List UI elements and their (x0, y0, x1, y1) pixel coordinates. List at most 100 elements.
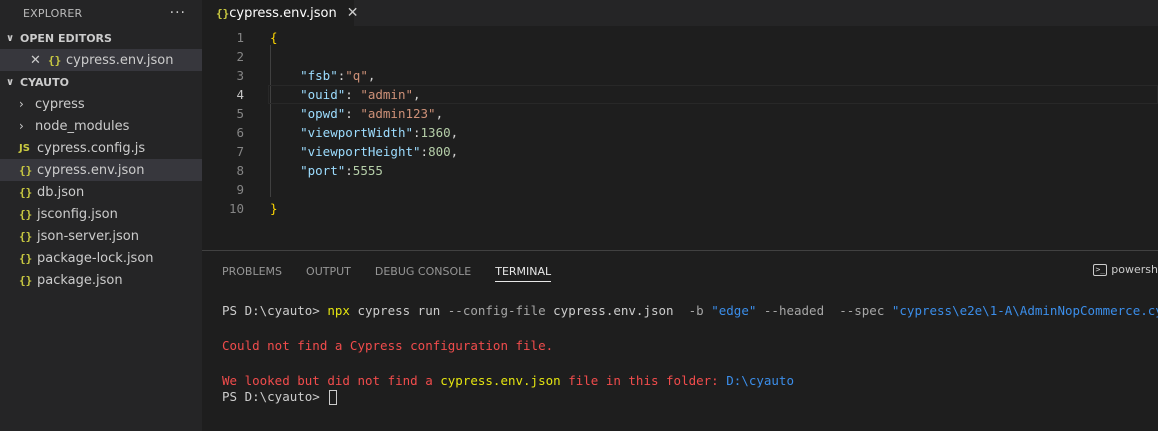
code-line: 2 (202, 47, 1158, 66)
tree-item-cypress[interactable]: › cypress (0, 93, 202, 115)
tree-item-package-lock[interactable]: {} package-lock.json (0, 247, 202, 269)
json-sep: : (413, 125, 421, 140)
prompt: PS D:\cyauto> (222, 303, 328, 318)
command-space (884, 303, 892, 318)
terminal-command-line: PS D:\cyauto> npx cypress run --config-f… (222, 301, 1158, 320)
brace-close: } (270, 201, 278, 216)
line-number: 9 (236, 182, 244, 197)
json-value: "q" (345, 68, 368, 83)
line-number: 10 (228, 201, 244, 216)
tree-item-package[interactable]: {} package.json (0, 269, 202, 291)
code-line: 10 } (202, 199, 1158, 218)
json-file-icon: {} (19, 273, 33, 287)
code-line: 8 "port":5555 (202, 161, 1158, 180)
terminal-cursor (329, 390, 338, 405)
close-icon[interactable]: ✕ (347, 5, 359, 21)
command-flag: --config-file (447, 303, 546, 318)
tree-item-db[interactable]: {} db.json (0, 181, 202, 203)
json-comma: , (450, 125, 459, 140)
code-line-active: 4 "ouid": "admin", (202, 85, 1158, 104)
command-flag: --headed (763, 303, 825, 318)
json-file-icon: {} (19, 163, 33, 177)
command-space (824, 303, 839, 318)
terminal-output[interactable]: PS D:\cyauto> npx cypress run --config-f… (222, 301, 1158, 431)
more-actions-icon[interactable]: ··· (170, 6, 186, 20)
tab-debug-console[interactable]: DEBUG CONSOLE (375, 251, 471, 291)
tree-item-json-server[interactable]: {} json-server.json (0, 225, 202, 247)
tree-item-label: cypress.env.json (37, 162, 145, 178)
bottom-panel: PROBLEMS OUTPUT DEBUG CONSOLE TERMINAL >… (202, 250, 1158, 431)
terminal-icon: >_ (1093, 263, 1108, 276)
json-sep: : (345, 87, 361, 102)
code-line: 6 "viewportWidth":1360, (202, 123, 1158, 142)
tree-item-label: package-lock.json (37, 250, 154, 266)
tab-terminal[interactable]: TERMINAL (495, 251, 551, 291)
json-key: "fsb" (300, 68, 338, 83)
json-key: "ouid" (300, 87, 346, 102)
panel-tab-bar: PROBLEMS OUTPUT DEBUG CONSOLE TERMINAL (202, 251, 1158, 291)
command-text: cypress.env.json (545, 303, 689, 318)
tab-problems[interactable]: PROBLEMS (222, 251, 282, 291)
line-number: 8 (236, 163, 244, 178)
line-number: 4 (236, 87, 244, 102)
json-file-icon: {} (48, 53, 62, 67)
json-value: "admin123" (360, 106, 436, 121)
json-sep: : (420, 144, 429, 159)
open-editor-item[interactable]: ✕ {} cypress.env.json (0, 49, 202, 71)
project-section[interactable]: ∨ CYAUTO (0, 71, 202, 93)
close-icon[interactable]: ✕ (30, 53, 44, 68)
json-file-icon: {} (19, 251, 33, 265)
chevron-down-icon: ∨ (6, 76, 15, 88)
line-number: 1 (236, 30, 244, 45)
tab-label: cypress.env.json (229, 5, 337, 21)
line-number: 5 (236, 106, 244, 121)
command-name: npx (327, 303, 350, 318)
chevron-down-icon: ∨ (6, 32, 15, 44)
tree-item-label: cypress.config.js (37, 140, 146, 156)
json-file-icon: {} (216, 6, 230, 20)
code-line: 1 { (202, 28, 1158, 47)
command-flag: --spec (839, 303, 885, 318)
line-number: 3 (236, 68, 244, 83)
json-comma: , (435, 106, 444, 121)
code-line: 7 "viewportHeight":800, (202, 142, 1158, 161)
json-sep: : (345, 106, 361, 121)
editor-tab-bar: {} cypress.env.json ✕ (202, 0, 1158, 26)
brace-open: { (270, 30, 278, 45)
open-editor-filename: cypress.env.json (66, 52, 174, 68)
json-key: "opwd" (300, 106, 346, 121)
json-key: "viewportHeight" (300, 144, 421, 159)
line-number: 7 (236, 144, 244, 159)
error-filename: cypress.env.json (440, 373, 561, 388)
explorer-sidebar: EXPLORER ··· ∨ OPEN EDITORS ✕ {} cypress… (0, 0, 202, 431)
tree-item-label: cypress (35, 96, 85, 112)
code-line: 9 (202, 180, 1158, 199)
error-path: D:\cyauto (726, 373, 794, 388)
tab-output[interactable]: OUTPUT (306, 251, 351, 291)
open-editors-section[interactable]: ∨ OPEN EDITORS (0, 27, 202, 49)
error-text: We looked but did not find a (222, 373, 441, 388)
code-line: 3 "fsb":"q", (202, 66, 1158, 85)
tree-item-jsconfig[interactable]: {} jsconfig.json (0, 203, 202, 225)
tree-item-label: jsconfig.json (37, 206, 118, 222)
tree-item-node-modules[interactable]: › node_modules (0, 115, 202, 137)
explorer-header: EXPLORER ··· (0, 0, 202, 26)
tree-item-cypress-env[interactable]: {} cypress.env.json (0, 159, 202, 181)
tree-item-label: json-server.json (37, 228, 139, 244)
json-value: 1360 (420, 125, 451, 140)
tab-cypress-env[interactable]: {} cypress.env.json ✕ (202, 0, 358, 26)
code-line: 5 "opwd": "admin123", (202, 104, 1158, 123)
json-file-icon: {} (19, 207, 33, 221)
line-number: 6 (236, 125, 244, 140)
shell-label: powersh (1111, 263, 1158, 276)
json-value: "admin" (360, 87, 414, 102)
tree-item-cypress-config[interactable]: JS cypress.config.js (0, 137, 202, 159)
line-number: 2 (236, 49, 244, 64)
tree-item-label: node_modules (35, 118, 130, 134)
json-value: 5555 (352, 163, 383, 178)
code-editor[interactable]: 1 { 2 3 "fsb":"q", 4 "ouid": "admin", 5 … (202, 26, 1158, 250)
terminal-error-line: Could not find a Cypress configuration f… (222, 338, 554, 353)
json-sep: : (345, 163, 353, 178)
json-comma: , (413, 87, 421, 102)
terminal-shell-selector[interactable]: >_ powersh (1093, 263, 1158, 276)
